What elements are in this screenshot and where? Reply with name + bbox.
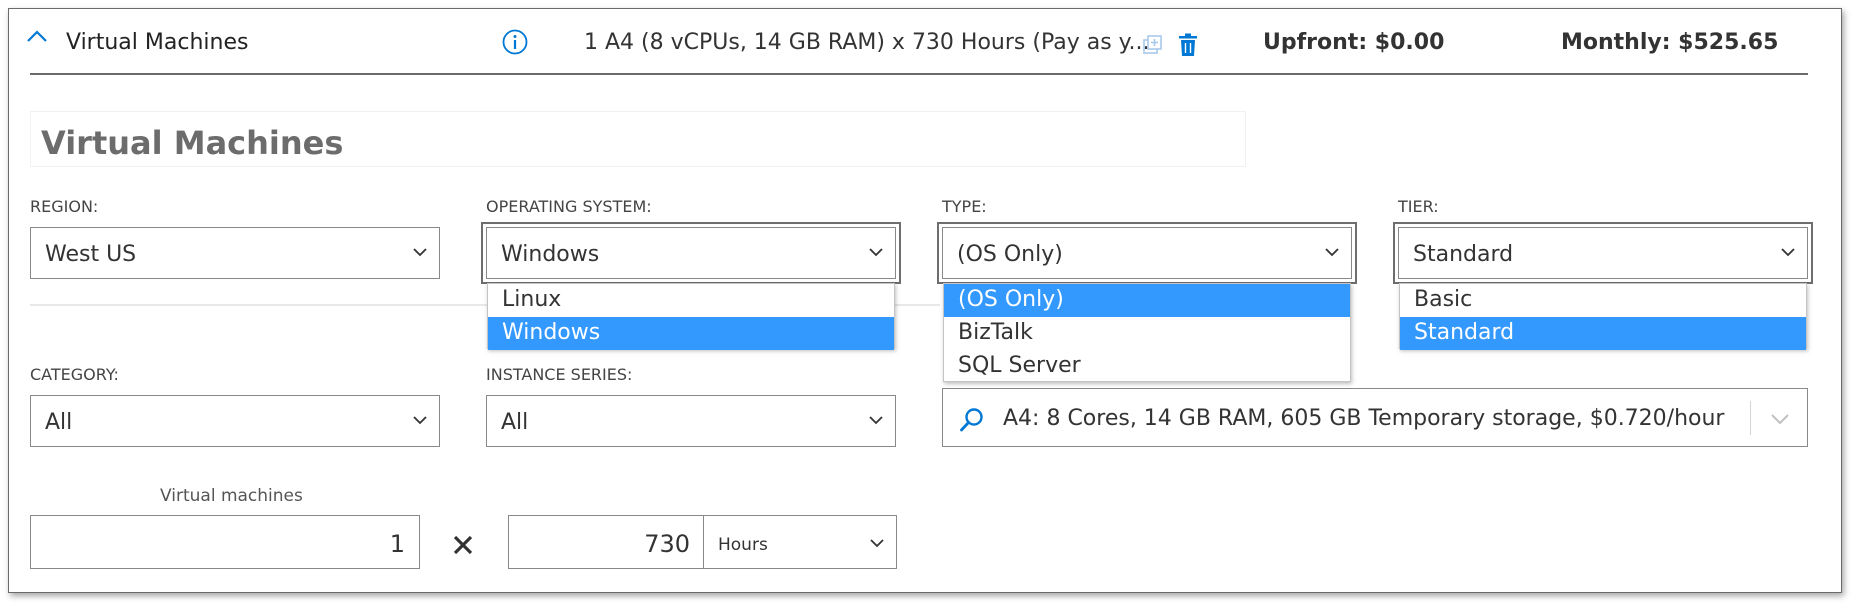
upfront-cost: Upfront: $0.00 [1263, 30, 1445, 55]
chevron-down-icon [413, 416, 427, 425]
type-dropdown-list: (OS Only) BizTalk SQL Server [943, 283, 1351, 382]
chevron-down-icon[interactable] [1771, 413, 1789, 425]
tier-option-basic[interactable]: Basic [1400, 284, 1806, 317]
category-label: CATEGORY: [30, 365, 119, 384]
os-label: OPERATING SYSTEM: [486, 197, 652, 216]
region-value: West US [45, 242, 137, 267]
category-value: All [45, 410, 73, 435]
chevron-down-icon [869, 248, 883, 257]
hours-unit-value: Hours [718, 535, 768, 555]
os-dropdown-list: Linux Windows [487, 283, 895, 350]
tier-label: TIER: [1398, 197, 1439, 216]
chevron-down-icon [869, 416, 883, 425]
instance-series-select[interactable]: All [486, 395, 896, 447]
hours-unit-select[interactable]: Hours [703, 515, 897, 569]
hours-input[interactable]: 730 [508, 515, 704, 569]
region-select[interactable]: West US [30, 227, 440, 279]
type-option-sql-server[interactable]: SQL Server [944, 350, 1350, 383]
os-option-linux[interactable]: Linux [488, 284, 894, 317]
instance-search-combobox[interactable]: A4: 8 Cores, 14 GB RAM, 605 GB Temporary… [942, 388, 1808, 447]
os-option-windows[interactable]: Windows [488, 317, 894, 350]
chevron-down-icon [1325, 248, 1339, 257]
tier-select[interactable]: Standard [1393, 222, 1813, 284]
chevron-down-icon [1781, 248, 1795, 257]
instance-value: A4: 8 Cores, 14 GB RAM, 605 GB Temporary… [1003, 406, 1725, 431]
clone-icon[interactable] [1142, 34, 1164, 56]
configuration-summary: 1 A4 (8 vCPUs, 14 GB RAM) x 730 Hours (P… [584, 30, 1150, 55]
region-label: REGION: [30, 197, 99, 216]
tier-option-standard[interactable]: Standard [1400, 317, 1806, 350]
tier-value: Standard [1413, 242, 1514, 267]
type-label: TYPE: [942, 197, 987, 216]
instance-series-value: All [501, 410, 529, 435]
type-option-biztalk[interactable]: BizTalk [944, 317, 1350, 350]
section-title[interactable]: Virtual Machines [66, 30, 248, 55]
vm-count-input[interactable]: 1 [30, 515, 420, 569]
type-value: (OS Only) [957, 242, 1063, 267]
tier-dropdown-list: Basic Standard [1399, 283, 1807, 350]
service-name-input[interactable]: Virtual Machines [30, 111, 1246, 167]
header-divider [30, 73, 1808, 75]
os-select[interactable]: Windows [481, 222, 901, 284]
type-select[interactable]: (OS Only) [937, 222, 1357, 284]
multiply-icon [453, 535, 473, 555]
chevron-down-icon [870, 539, 884, 548]
chevron-up-icon[interactable] [26, 29, 48, 43]
os-value: Windows [501, 242, 600, 267]
search-icon [960, 408, 983, 432]
vm-count-label: Virtual machines [160, 486, 303, 506]
chevron-down-icon [413, 248, 427, 257]
monthly-cost: Monthly: $525.65 [1561, 30, 1779, 55]
delete-icon[interactable] [1178, 33, 1198, 57]
info-icon[interactable] [502, 29, 528, 55]
type-option-os-only[interactable]: (OS Only) [944, 284, 1350, 317]
combobox-divider [1750, 401, 1751, 435]
instance-series-label: INSTANCE SERIES: [486, 365, 633, 384]
category-select[interactable]: All [30, 395, 440, 447]
